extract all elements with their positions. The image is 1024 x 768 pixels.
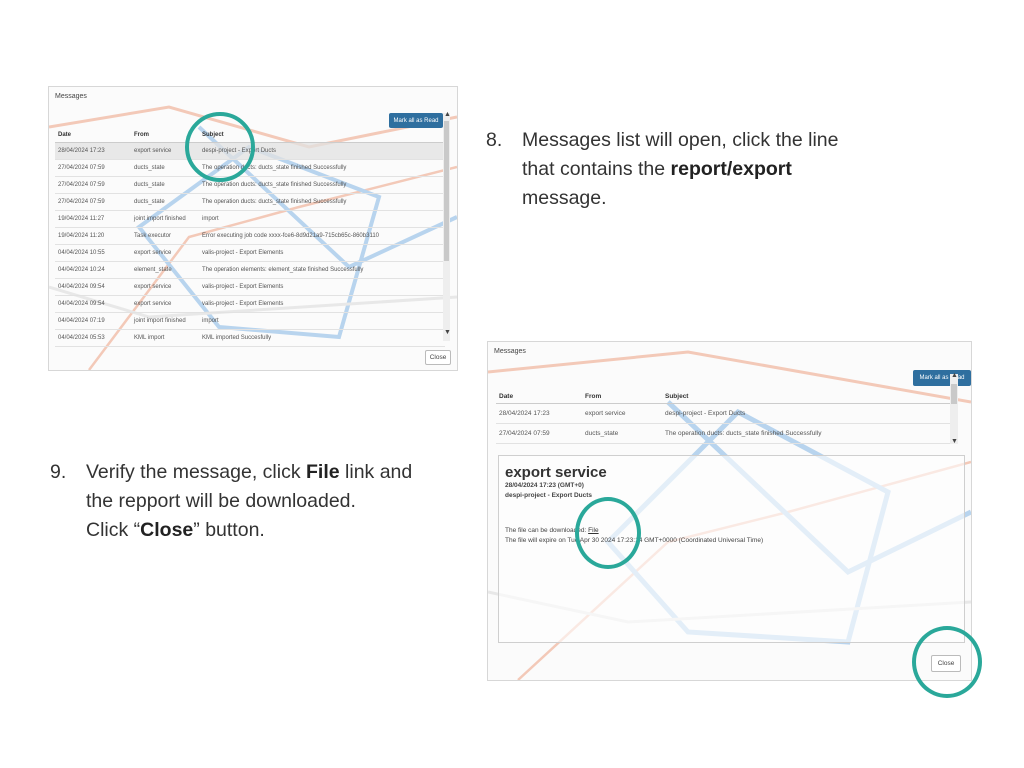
cell-subject: import — [199, 312, 445, 330]
cell-from: Task executor — [131, 227, 199, 245]
cell-from: export service — [131, 278, 199, 296]
cell-date: 27/04/2024 07:59 — [496, 423, 582, 444]
step-8-number: 8. — [486, 129, 503, 151]
highlight-circle — [185, 112, 255, 182]
step-9-line-2: the repport will be downloaded. — [86, 490, 356, 512]
cell-from: element_state — [131, 261, 199, 279]
cell-subject: valis-project - Export Elements — [199, 244, 445, 262]
mark-all-read-button[interactable]: Mark all as Read — [913, 370, 971, 386]
cell-subject: import — [199, 210, 445, 228]
message-subject: despi-project - Export Ducts — [505, 492, 593, 499]
close-button[interactable]: Close — [425, 350, 451, 365]
cell-date: 19/04/2024 11:20 — [55, 227, 131, 245]
cell-date: 04/04/2024 09:54 — [55, 295, 131, 313]
messages-table: Date From Subject 28/04/2024 17:23 export… — [496, 390, 958, 444]
table-row[interactable]: 04/04/2024 09:54 export service valis-proj… — [55, 278, 445, 296]
file-keyword: File — [306, 461, 340, 483]
dialog-title: Messages — [494, 348, 526, 355]
table-row[interactable]: 27/04/2024 07:59 ducts_state The operation… — [496, 423, 958, 444]
cell-subject: The operation ducts: ducts_state finishe… — [199, 193, 445, 211]
cell-date: 04/04/2024 09:54 — [55, 278, 131, 296]
highlight-circle — [912, 626, 982, 698]
cell-from: KML import — [131, 329, 199, 347]
table-row[interactable]: 04/04/2024 07:19 joint import finished imp… — [55, 312, 445, 330]
table-row[interactable]: 28/04/2024 17:23 export service despi-proj… — [496, 403, 958, 424]
cell-date: 27/04/2024 07:59 — [55, 176, 131, 194]
table-row[interactable]: 27/04/2024 07:59 ducts_state The operation… — [55, 176, 445, 194]
report-export-keyword: report/export — [670, 158, 792, 180]
cell-date: 28/04/2024 17:23 — [496, 403, 582, 424]
mark-all-read-button[interactable]: Mark all as Read — [389, 113, 443, 128]
cell-date: 04/04/2024 10:24 — [55, 261, 131, 279]
scroll-up-arrow-icon[interactable]: ▲ — [444, 111, 451, 118]
column-header-from[interactable]: From — [582, 390, 662, 404]
cell-from: export service — [131, 244, 199, 262]
cell-subject: The operation ducts: ducts_state finishe… — [199, 176, 445, 194]
cell-date: 27/04/2024 07:59 — [55, 193, 131, 211]
table-row[interactable]: 19/04/2024 11:20 Task executor Error execu… — [55, 227, 445, 245]
column-header-subject[interactable]: Subject — [662, 390, 958, 404]
table-row[interactable]: 19/04/2024 11:27 joint import finished imp… — [55, 210, 445, 228]
step-8-line-1: Messages list will open, click the line — [522, 129, 839, 151]
column-header-date[interactable]: Date — [496, 390, 582, 404]
message-detail-screenshot: Messages Mark all as Read Date From Subj… — [487, 341, 972, 681]
scroll-down-arrow-icon[interactable]: ▼ — [444, 329, 451, 336]
cell-subject: The operation ducts: ducts_state finishe… — [662, 423, 958, 444]
table-row[interactable]: 04/04/2024 10:55 export service valis-proj… — [55, 244, 445, 262]
cell-date: 04/04/2024 05:53 — [55, 329, 131, 347]
table-row[interactable]: 04/04/2024 10:24 element_state The operati… — [55, 261, 445, 279]
column-header-date[interactable]: Date — [55, 129, 131, 143]
cell-date: 04/04/2024 10:55 — [55, 244, 131, 262]
message-detail-panel: export service 28/04/2024 17:23 (GMT+0) … — [498, 455, 965, 643]
cell-date: 19/04/2024 11:27 — [55, 210, 131, 228]
cell-from: ducts_state — [131, 176, 199, 194]
cell-from: export service — [131, 295, 199, 313]
cell-from: export service — [582, 403, 662, 424]
cell-subject: despi-project - Export Ducts — [662, 403, 958, 424]
cell-date: 27/04/2024 07:59 — [55, 159, 131, 177]
step-8-line-3: message. — [522, 187, 607, 209]
cell-from: joint import finished — [131, 312, 199, 330]
step-9-line-1: Verify the message, click File link and — [86, 461, 413, 483]
dialog-title: Messages — [55, 93, 87, 100]
cell-from: ducts_state — [131, 193, 199, 211]
cell-date: 04/04/2024 07:19 — [55, 312, 131, 330]
cell-from: joint import finished — [131, 210, 199, 228]
cell-subject: Error executing job code xxxx-fce6-8d9d2… — [199, 227, 445, 245]
scroll-down-arrow-icon[interactable]: ▼ — [951, 438, 958, 445]
step-9-number: 9. — [50, 461, 67, 483]
scrollbar-thumb[interactable] — [951, 384, 957, 404]
highlight-circle — [575, 497, 641, 569]
cell-subject: KML imported Succesfully — [199, 329, 445, 347]
scrollbar-thumb[interactable] — [444, 121, 449, 261]
scroll-up-arrow-icon[interactable]: ▲ — [951, 372, 958, 379]
table-row[interactable]: 04/04/2024 09:54 export service valis-proj… — [55, 295, 445, 313]
cell-subject: valis-project - Export Elements — [199, 295, 445, 313]
table-row[interactable]: 04/04/2024 05:53 KML import KML imported S… — [55, 329, 445, 347]
cell-from: ducts_state — [582, 423, 662, 444]
messages-list-screenshot: Messages Mark all as Read Date From Subj… — [48, 86, 458, 371]
message-date: 28/04/2024 17:23 (GMT+0) — [505, 482, 584, 489]
step-8-line-2: that contains the report/export — [522, 158, 792, 180]
cell-date: 28/04/2024 17:23 — [55, 142, 131, 160]
cell-subject: valis-project - Export Elements — [199, 278, 445, 296]
step-8-instruction: 8. Messages list will open, click the li… — [486, 126, 906, 213]
step-9-line-3: Click “Close” button. — [86, 519, 265, 541]
close-keyword: Close — [140, 519, 194, 541]
cell-subject: The operation elements: element_state fi… — [199, 261, 445, 279]
step-9-instruction: 9. Verify the message, click File link a… — [50, 458, 480, 545]
message-heading: export service — [505, 464, 607, 481]
table-row[interactable]: 27/04/2024 07:59 ducts_state The operation… — [55, 193, 445, 211]
